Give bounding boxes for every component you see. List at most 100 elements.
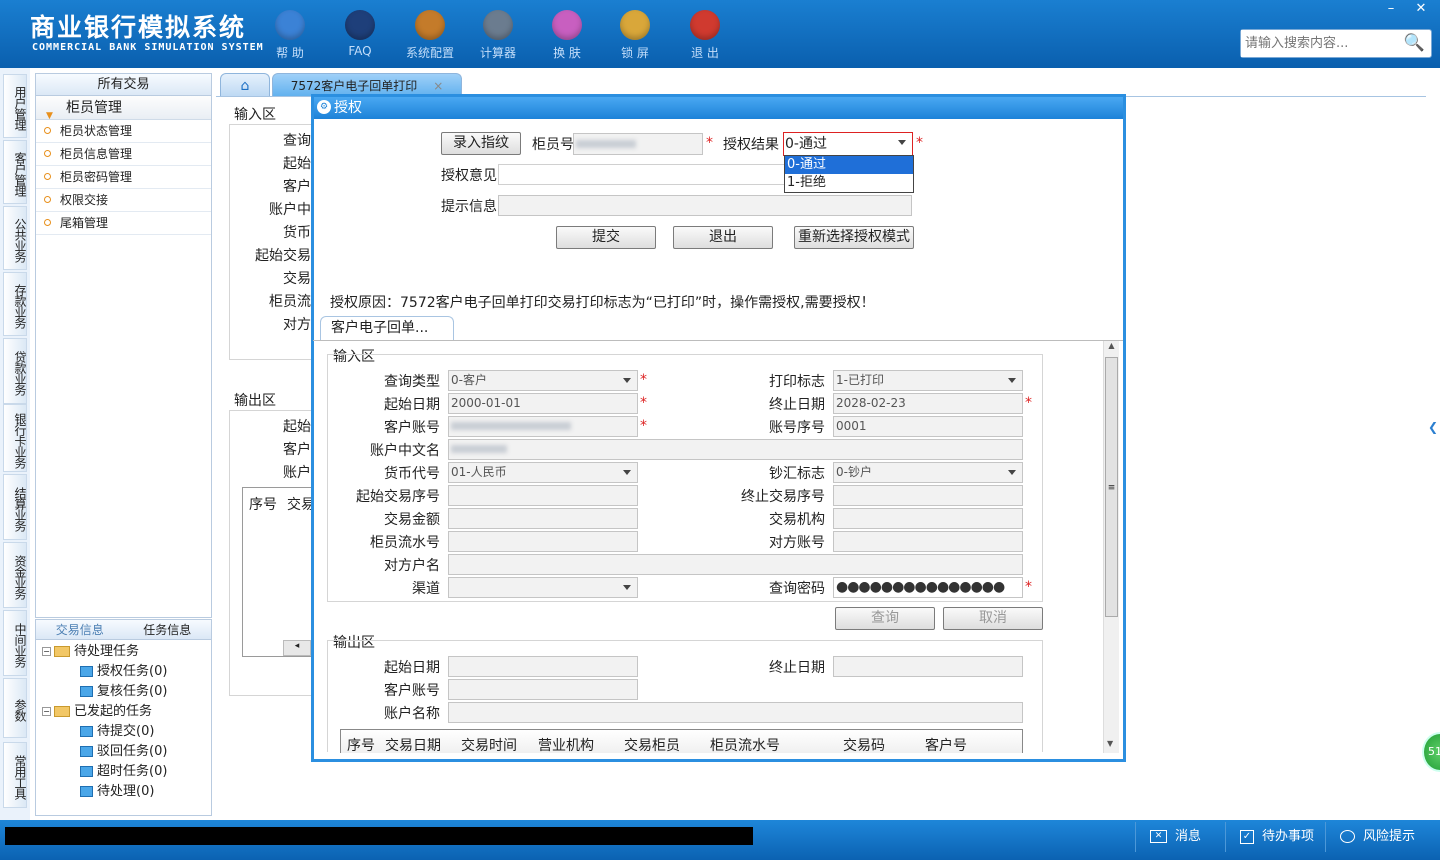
left-nav-item[interactable]: 资金业务 (3, 542, 27, 608)
seq-input[interactable]: 0001 (833, 416, 1023, 437)
scroll-up-icon[interactable]: ▲ (1104, 341, 1119, 350)
tree-item[interactable]: 尾箱管理 (36, 212, 211, 235)
cancel-button[interactable]: 取消 (943, 607, 1043, 630)
lock-icon (620, 10, 650, 40)
toolbar-calculator-button[interactable]: 计算器 (467, 8, 529, 64)
scrollbar[interactable]: ▲ ≡ ▼ (1103, 341, 1119, 753)
tree-item[interactable]: 柜员密码管理 (36, 166, 211, 189)
close-window-button[interactable]: ✕ (1406, 0, 1436, 18)
name-input[interactable] (448, 439, 1023, 460)
cash-select[interactable]: 0-钞户 (833, 462, 1023, 483)
tab-home[interactable]: ⌂ (220, 73, 270, 97)
task-group-pending[interactable]: − 待处理任务 (36, 642, 211, 662)
toolbar-power-button[interactable]: 退 出 (674, 8, 736, 64)
query-button[interactable]: 查询 (835, 607, 935, 630)
left-nav-item[interactable]: 存款业务 (3, 272, 27, 336)
auth-result-select[interactable]: 0-通过 (783, 132, 913, 156)
task-item[interactable]: 待提交(0) (36, 722, 211, 742)
expand-icon[interactable]: − (42, 707, 51, 716)
print-flag-select[interactable]: 1-已打印 (833, 370, 1023, 391)
currency-select[interactable]: 01-人民币 (448, 462, 638, 483)
peer-account-input[interactable] (833, 531, 1023, 552)
tree-item[interactable]: 柜员状态管理 (36, 120, 211, 143)
left-nav-item[interactable]: 中间业务 (3, 610, 27, 676)
teller-field[interactable] (573, 133, 703, 155)
start-date-input[interactable]: 2000-01-01 (448, 393, 638, 414)
task-item[interactable]: 超时任务(0) (36, 762, 211, 782)
exit-button[interactable]: 退出 (673, 226, 773, 249)
transaction-tree: 所有交易 ▼ 柜员管理 柜员状态管理 柜员信息管理 柜员密码管理 权限交接 尾箱管理 (35, 73, 212, 618)
opinion-input[interactable] (498, 164, 784, 185)
left-nav-item[interactable]: 银行卡业务 (3, 404, 27, 472)
start-seq-input[interactable] (448, 485, 638, 506)
tree-item[interactable]: 柜员信息管理 (36, 143, 211, 166)
fingerprint-button[interactable]: 录入指纹 (441, 132, 521, 155)
tab-close-icon[interactable]: × (433, 79, 443, 93)
amount-input[interactable] (448, 508, 638, 529)
peer-name-input[interactable] (448, 554, 1023, 575)
scroll-left-icon[interactable]: ◂ (283, 640, 311, 656)
left-nav-item[interactable]: 公共业务 (3, 206, 27, 270)
submit-button[interactable]: 提交 (556, 226, 656, 249)
auth-result-label: 授权结果 (723, 137, 779, 153)
toolbar-shirt-button[interactable]: 换 肤 (536, 8, 598, 64)
out-end-input[interactable] (833, 656, 1023, 677)
task-item[interactable]: 授权任务(0) (36, 662, 211, 682)
toolbar-lock-button[interactable]: 锁 屏 (604, 8, 666, 64)
mail-icon: ✕ (1150, 830, 1167, 843)
app-title: 商业银行模拟系统 (30, 13, 247, 42)
left-nav-item[interactable]: 贷款业务 (3, 338, 27, 404)
collapse-arrow-icon[interactable]: ❮ (1428, 420, 1440, 460)
toolbar-question-button[interactable]: FAQ (329, 8, 391, 64)
channel-select[interactable] (448, 577, 638, 598)
out-account-input[interactable] (448, 679, 638, 700)
reselect-mode-button[interactable]: 重新选择授权模式 (794, 226, 914, 249)
document-icon (80, 786, 93, 797)
cash-select-value: 0-钞户 (836, 465, 872, 479)
task-item[interactable]: 复核任务(0) (36, 682, 211, 702)
left-nav-item[interactable]: 参数 (3, 678, 27, 738)
query-type-select[interactable]: 0-客户 (448, 370, 638, 391)
toolbar-toolbox-button[interactable]: 系统配置 (399, 8, 461, 64)
option-reject[interactable]: 1-拒绝 (785, 174, 913, 192)
org-input[interactable] (833, 508, 1023, 529)
search-input[interactable] (1241, 30, 1401, 57)
account-input[interactable] (448, 416, 638, 437)
tab-transaction-info[interactable]: 交易信息 (36, 620, 124, 639)
task-item[interactable]: 待处理(0) (36, 782, 211, 802)
end-seq-input[interactable] (833, 485, 1023, 506)
bg-field-label: 起始交易 (255, 248, 311, 264)
out-name-input[interactable] (448, 702, 1023, 723)
left-nav-item[interactable]: 结算业务 (3, 474, 27, 540)
scroll-thumb[interactable]: ≡ (1105, 357, 1118, 617)
left-nav-item[interactable]: 用户管理 (3, 74, 27, 138)
document-icon (80, 766, 93, 777)
scroll-down-icon[interactable]: ▼ (1107, 739, 1113, 748)
password-input[interactable]: ●●●●●●●●●●●●●●● (833, 577, 1023, 598)
document-icon (80, 726, 93, 737)
task-item[interactable]: 驳回任务(0) (36, 742, 211, 762)
expand-icon[interactable]: − (42, 647, 51, 656)
left-nav-item[interactable]: 客户管理 (3, 140, 27, 204)
currency-label: 货币代号 (384, 466, 440, 482)
todo-button[interactable]: ✓ 待办事项 (1225, 822, 1325, 852)
risk-label: 风险提示 (1363, 829, 1416, 844)
tree-group-teller[interactable]: ▼ 柜员管理 (36, 96, 211, 121)
out-start-input[interactable] (448, 656, 638, 677)
messages-button[interactable]: ✕ 消息 (1135, 822, 1225, 852)
subtab-receipt[interactable]: 客户电子回单... (320, 316, 454, 340)
tab-task-info[interactable]: 任务信息 (124, 620, 212, 639)
teller-label: 柜员号 (532, 137, 574, 153)
tree-item[interactable]: 权限交接 (36, 189, 211, 212)
task-group-initiated[interactable]: − 已发起的任务 (36, 702, 211, 722)
teller-seq-input[interactable] (448, 531, 638, 552)
search-icon[interactable]: 🔍 (1404, 33, 1425, 53)
toolbar-info-button[interactable]: 帮 助 (259, 8, 321, 64)
end-date-input[interactable]: 2028-02-23 (833, 393, 1023, 414)
bg-field-label: 柜员流 (269, 294, 311, 310)
option-pass[interactable]: 0-通过 (785, 156, 913, 174)
minimize-button[interactable]: – (1376, 0, 1406, 18)
left-nav-item[interactable]: 常用工具 (3, 742, 27, 808)
toolbar-label: 换 肤 (553, 46, 581, 60)
risk-button[interactable]: 风险提示 (1325, 822, 1435, 852)
